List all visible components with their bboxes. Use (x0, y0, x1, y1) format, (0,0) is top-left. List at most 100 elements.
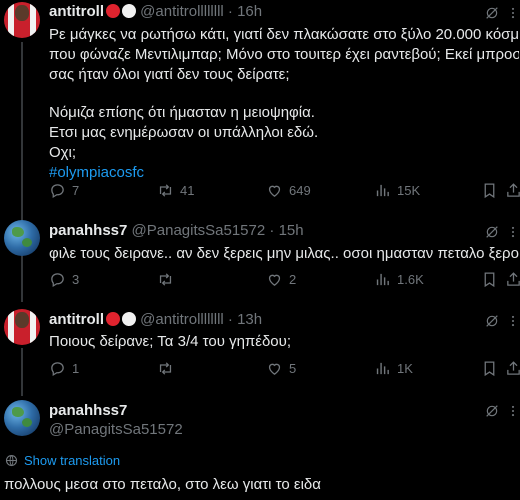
text-line-blank (49, 85, 519, 103)
tweet-header: antitroll @antitrollllllll · 13h (49, 311, 262, 328)
bookmark-button[interactable] (481, 182, 498, 199)
like-button[interactable]: 5 (266, 360, 296, 377)
display-name[interactable]: panahhss7 (49, 222, 127, 239)
reply-icon (49, 182, 66, 199)
display-name[interactable]: antitroll (49, 3, 104, 20)
repost-icon (157, 360, 174, 377)
show-translation-link[interactable]: Show translation (4, 453, 120, 468)
timestamp[interactable]: 16h (237, 3, 262, 20)
tweet-handle-row: @PanagitsSa51572 (49, 421, 183, 438)
share-button[interactable] (505, 182, 520, 199)
action-bar: 3 2 1.6K (49, 271, 520, 291)
separator: · (227, 311, 233, 328)
like-count: 5 (289, 361, 297, 376)
tweet-text: Ρε μάγκες να ρωτήσω κάτι, γιατί δεν πλακ… (49, 25, 519, 183)
views-button[interactable]: 1K (374, 360, 413, 377)
reply-icon (49, 360, 66, 377)
display-name[interactable]: panahhss7 (49, 402, 127, 419)
repost-icon (157, 271, 174, 288)
more-icon[interactable] (506, 403, 520, 419)
like-icon (266, 360, 283, 377)
user-handle[interactable]: @PanagitsSa51572 (132, 222, 266, 239)
reply-count: 3 (72, 272, 80, 287)
bookmark-icon (481, 271, 498, 288)
timestamp[interactable]: 15h (279, 222, 304, 239)
more-icon[interactable] (506, 5, 520, 21)
tweet-text: Ποιους δείρανε; Τα 3/4 του γηπέδου; (49, 332, 519, 352)
bookmark-button[interactable] (481, 271, 498, 288)
avatar[interactable] (4, 400, 40, 436)
thread-line (21, 348, 23, 396)
like-icon (266, 271, 283, 288)
white-circle-emoji (122, 4, 136, 18)
reply-count: 1 (72, 361, 80, 376)
user-handle[interactable]: @antitrollllllll (140, 311, 224, 328)
reply-button[interactable]: 3 (49, 271, 79, 288)
repost-count: 41 (180, 183, 195, 198)
white-circle-emoji (122, 312, 136, 326)
globe-icon (4, 453, 19, 468)
share-button[interactable] (505, 360, 520, 377)
separator: · (269, 222, 275, 239)
text-line: Νόμιζα επίσης ότι ήμασταν η μειοψηφία. (49, 104, 315, 121)
action-bar: 7 41 649 15K (49, 182, 520, 202)
show-translation-label: Show translation (24, 453, 121, 468)
grok-icon[interactable] (484, 5, 500, 21)
grok-icon[interactable] (484, 224, 500, 240)
views-icon (374, 271, 391, 288)
like-button[interactable]: 649 (266, 182, 311, 199)
thread-line (21, 250, 23, 302)
bookmark-button[interactable] (481, 360, 498, 377)
text-line: Ετσι μας ενημέρωσαν οι υπάλληλοι εδώ. (49, 124, 319, 141)
text-line: φιλε τους δειρανε.. αν δεν ξερεις μην μι… (49, 245, 519, 262)
share-button[interactable] (505, 271, 520, 288)
bookmark-icon (481, 182, 498, 199)
reply-count: 7 (72, 183, 80, 198)
views-icon (374, 182, 391, 199)
views-button[interactable]: 1.6K (374, 271, 424, 288)
more-icon[interactable] (506, 313, 520, 329)
views-icon (374, 360, 391, 377)
text-line: Ποιους δείρανε; Τα 3/4 του γηπέδου; (49, 333, 292, 350)
display-name[interactable]: antitroll (49, 311, 104, 328)
reply-button[interactable]: 1 (49, 360, 79, 377)
views-count: 1.6K (397, 272, 424, 287)
tweet-header: panahhss7 (49, 402, 127, 419)
tweet-text: φιλε τους δειρανε.. αν δεν ξερεις μην μι… (49, 244, 519, 264)
red-circle-emoji (106, 312, 120, 326)
separator: · (227, 3, 233, 20)
repost-button[interactable]: 41 (157, 182, 194, 199)
tweet-header: antitroll @antitrollllllll · 16h (49, 3, 262, 20)
grok-icon[interactable] (484, 313, 500, 329)
hashtag-link[interactable]: #olympiacosfc (49, 163, 519, 183)
text-line: Ρε μάγκες να ρωτήσω κάτι, γιατί δεν πλακ… (49, 26, 519, 43)
repost-button[interactable] (157, 360, 180, 377)
like-button[interactable]: 2 (266, 271, 296, 288)
repost-button[interactable] (157, 271, 180, 288)
action-bar: 1 5 1K (49, 360, 520, 380)
grok-icon[interactable] (484, 403, 500, 419)
bookmark-icon (481, 360, 498, 377)
reply-icon (49, 271, 66, 288)
timestamp[interactable]: 13h (237, 311, 262, 328)
tweet-header: panahhss7 @PanagitsSa51572 · 15h (49, 222, 304, 239)
share-icon (505, 271, 520, 288)
tweet-text: πολλους μεσα στο πεταλο, στο λεω γιατι τ… (4, 476, 321, 493)
more-icon[interactable] (506, 224, 520, 240)
avatar[interactable] (4, 220, 40, 256)
views-count: 1K (397, 361, 413, 376)
share-icon (505, 360, 520, 377)
like-count: 649 (289, 183, 311, 198)
red-circle-emoji (106, 4, 120, 18)
views-button[interactable]: 15K (374, 182, 420, 199)
reply-button[interactable]: 7 (49, 182, 79, 199)
share-icon (505, 182, 520, 199)
avatar[interactable] (4, 2, 40, 38)
text-line: σας ήταν όλοι γιατί δεν τους δείρατε; (49, 66, 290, 83)
text-line: Οχι; (49, 144, 77, 161)
like-count: 2 (289, 272, 297, 287)
like-icon (266, 182, 283, 199)
avatar[interactable] (4, 309, 40, 345)
user-handle[interactable]: @antitrollllllll (140, 3, 224, 20)
user-handle[interactable]: @PanagitsSa51572 (49, 421, 183, 438)
